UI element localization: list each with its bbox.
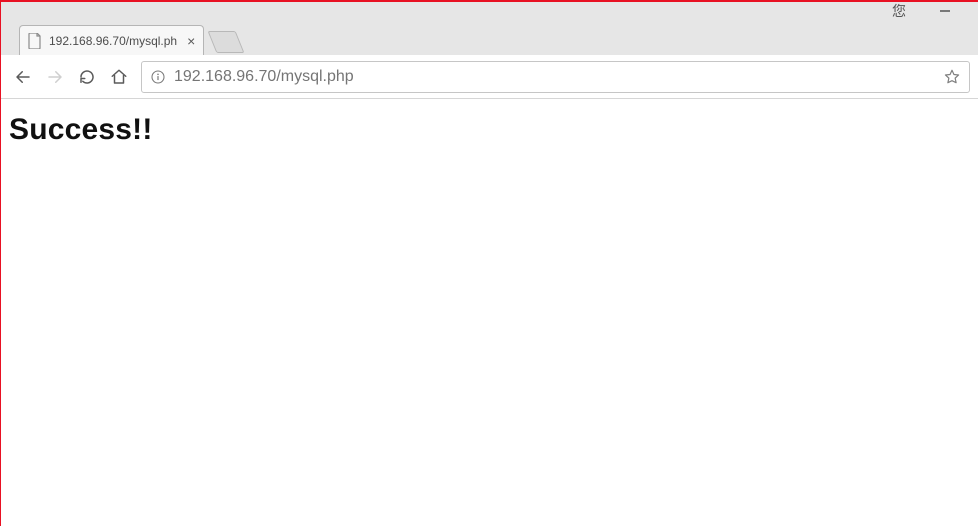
- bookmark-button[interactable]: [943, 68, 961, 86]
- forward-button[interactable]: [39, 61, 71, 93]
- file-icon: [28, 33, 42, 49]
- minimize-button[interactable]: [922, 2, 968, 20]
- page-heading: Success!!: [9, 113, 970, 147]
- reload-button[interactable]: [71, 61, 103, 93]
- browser-tab[interactable]: 192.168.96.70/mysql.ph ×: [19, 25, 204, 55]
- arrow-right-icon: [46, 68, 64, 86]
- minimize-icon: [939, 5, 951, 17]
- extension-icon: 您: [892, 1, 906, 21]
- browser-toolbar: 192.168.96.70/mysql.php: [1, 55, 978, 99]
- extension-button[interactable]: 您: [876, 2, 922, 20]
- tab-title: 192.168.96.70/mysql.ph: [49, 34, 177, 48]
- arrow-left-icon: [14, 68, 32, 86]
- reload-icon: [78, 68, 96, 86]
- home-button[interactable]: [103, 61, 135, 93]
- home-icon: [110, 68, 128, 86]
- close-icon[interactable]: ×: [187, 34, 195, 48]
- page-content: Success!!: [1, 99, 978, 161]
- url-text: 192.168.96.70/mysql.php: [174, 68, 943, 86]
- tab-strip: 192.168.96.70/mysql.ph ×: [1, 20, 978, 55]
- back-button[interactable]: [7, 61, 39, 93]
- site-info-icon[interactable]: [150, 69, 166, 85]
- new-tab-button[interactable]: [208, 31, 245, 53]
- address-bar[interactable]: 192.168.96.70/mysql.php: [141, 61, 970, 93]
- window-titlebar: 您: [1, 2, 978, 20]
- star-icon: [943, 68, 961, 86]
